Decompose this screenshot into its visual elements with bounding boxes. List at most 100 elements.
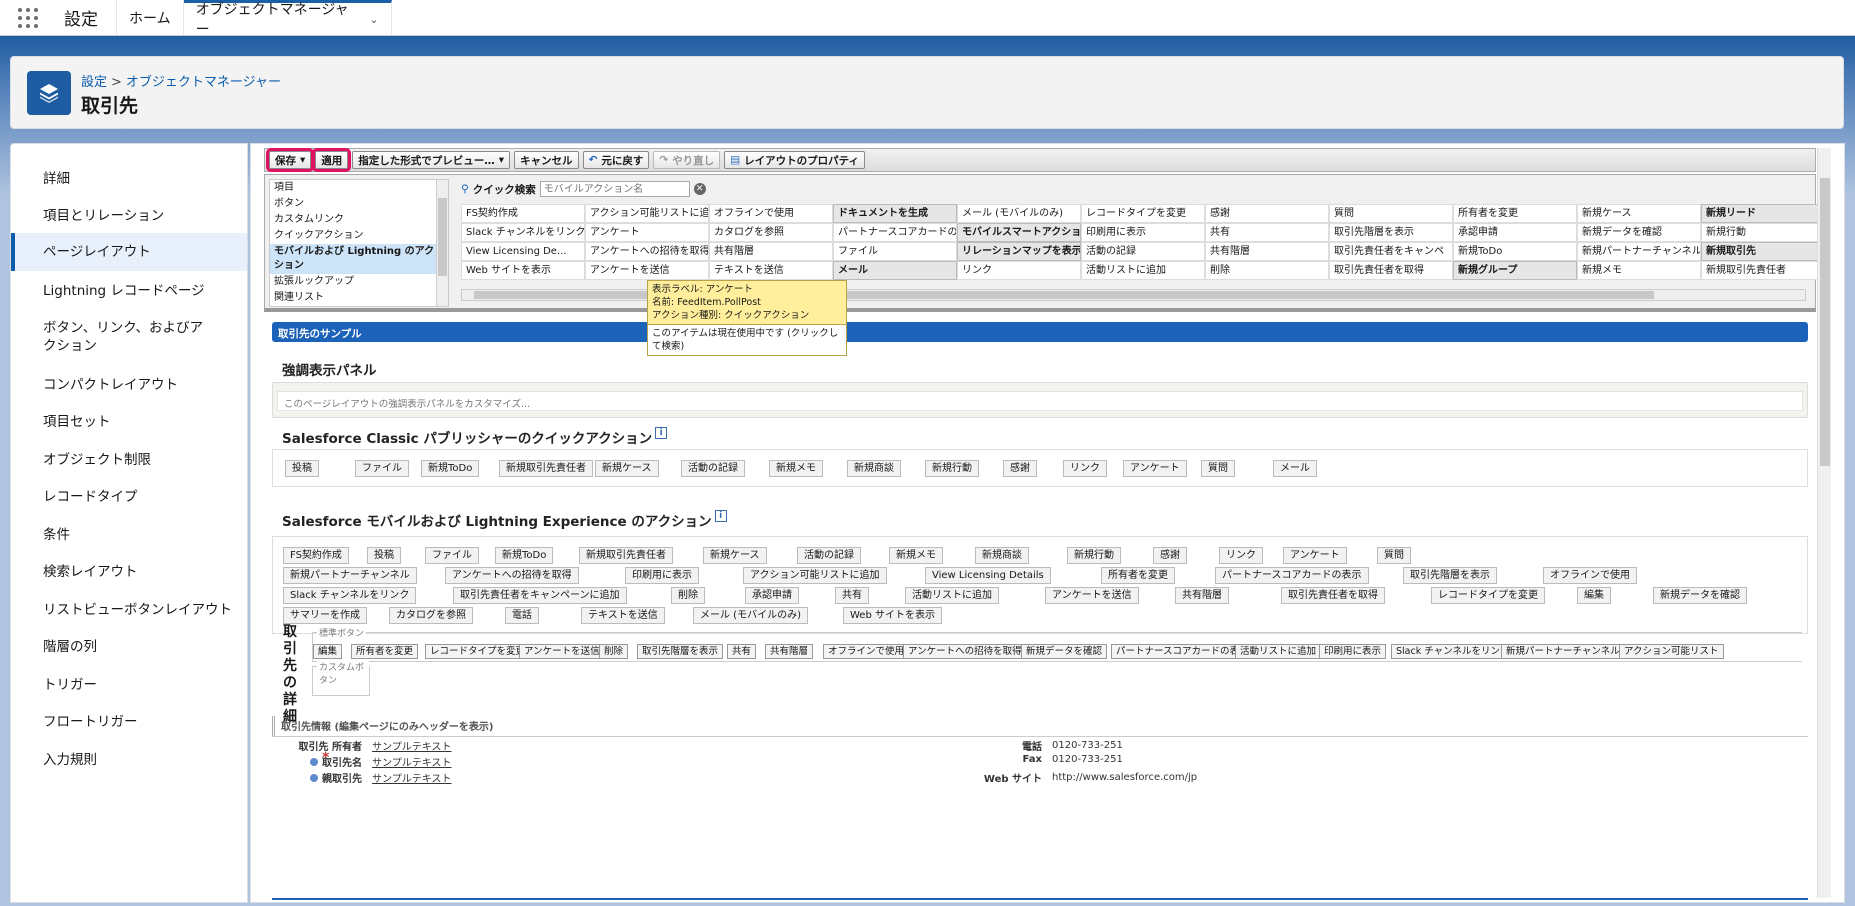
- tab-object-manager[interactable]: オブジェクトマネージャー ⌄: [183, 0, 392, 38]
- highlights-panel[interactable]: このページレイアウトの強調表示パネルをカスタマイズ...: [272, 382, 1808, 418]
- sidebar-item-criteria[interactable]: 条件: [11, 526, 247, 544]
- palette-category[interactable]: クイックアクション: [270, 228, 448, 244]
- classic-action-chip[interactable]: メール: [1273, 460, 1317, 477]
- field-row[interactable]: 取引先名 サンプルテキスト: [272, 754, 451, 769]
- standard-button[interactable]: 新規データを確認: [1021, 644, 1108, 659]
- palette-category[interactable]: 関連リスト: [270, 290, 448, 306]
- standard-button[interactable]: Slack チャンネルをリンク: [1391, 644, 1515, 659]
- standard-button[interactable]: アンケートへの招待を取得: [903, 644, 1027, 659]
- mobile-action-chip[interactable]: 質問: [1377, 547, 1411, 564]
- palette-item[interactable]: 活動の記録: [1081, 242, 1205, 261]
- sidebar-item-validation-rules[interactable]: 入力規則: [11, 751, 247, 769]
- sidebar-item-list-view-button-layout[interactable]: リストビューボタンレイアウト: [11, 601, 247, 619]
- palette-item[interactable]: 共有: [1205, 223, 1329, 242]
- sidebar-item-search-layouts[interactable]: 検索レイアウト: [11, 563, 247, 581]
- mobile-action-chip[interactable]: 取引先責任者をキャンペーンに追加: [453, 587, 627, 604]
- mobile-action-chip[interactable]: テキストを送信: [581, 607, 665, 624]
- palette-item[interactable]: ドキュメントを生成: [833, 204, 957, 223]
- mobile-action-chip[interactable]: 新規行動: [1067, 547, 1121, 564]
- palette-item[interactable]: 共有階層: [1205, 242, 1329, 261]
- standard-button[interactable]: アクション可能リスト: [1619, 644, 1724, 659]
- editor-scrollbar[interactable]: [1817, 148, 1831, 898]
- classic-action-chip[interactable]: 新規取引先責任者: [499, 460, 593, 477]
- palette-item[interactable]: 共有階層: [709, 242, 833, 261]
- mobile-action-chip[interactable]: ファイル: [425, 547, 479, 564]
- chevron-down-icon[interactable]: ⌄: [369, 13, 378, 26]
- palette-item[interactable]: 承認申請: [1453, 223, 1577, 242]
- scroll-thumb[interactable]: [1820, 178, 1830, 466]
- apply-button[interactable]: 適用: [312, 148, 352, 172]
- mobile-action-chip[interactable]: 新規ToDo: [495, 547, 554, 564]
- palette-category[interactable]: 拡張ルックアップ: [270, 274, 448, 290]
- sidebar-item-record-types[interactable]: レコードタイプ: [11, 488, 247, 506]
- save-button[interactable]: 保存 ▾: [265, 148, 315, 172]
- palette-category[interactable]: カスタムリンク: [270, 212, 448, 228]
- standard-button[interactable]: 編集: [313, 644, 343, 659]
- preview-as-button[interactable]: 指定した形式でプレビュー… ▾: [352, 151, 511, 169]
- mobile-action-chip[interactable]: FS契約作成: [283, 547, 349, 564]
- palette-item[interactable]: パートナースコアカードの表: [833, 223, 957, 242]
- sidebar-item-fields[interactable]: 項目とリレーション: [11, 207, 247, 225]
- mobile-action-chip[interactable]: 所有者を変更: [1101, 567, 1175, 584]
- field-row[interactable]: 取引先 所有者 サンプルテキスト: [272, 738, 452, 753]
- palette-item[interactable]: カタログを参照: [709, 223, 833, 242]
- standard-button[interactable]: レコードタイプを変更: [425, 644, 531, 659]
- standard-button[interactable]: 印刷用に表示: [1319, 644, 1387, 659]
- mobile-action-chip[interactable]: Slack チャンネルをリンク: [283, 587, 417, 604]
- standard-button[interactable]: アンケートを送信: [519, 644, 605, 659]
- field-row[interactable]: 電話 0120-733-251: [952, 738, 1123, 753]
- sidebar-item-triggers[interactable]: トリガー: [11, 676, 247, 694]
- palette-item[interactable]: メール (モバイルのみ): [957, 204, 1081, 223]
- palette-item[interactable]: 取引先責任者を取得: [1329, 261, 1453, 280]
- quick-search-input[interactable]: [539, 181, 690, 197]
- mobile-action-chip[interactable]: カタログを参照: [389, 607, 473, 624]
- classic-action-chip[interactable]: 新規商談: [847, 460, 901, 477]
- palette-item[interactable]: 取引先階層を表示: [1329, 223, 1453, 242]
- mobile-action-chip[interactable]: アンケート: [1283, 547, 1347, 564]
- mobile-action-chip[interactable]: 編集: [1577, 587, 1611, 604]
- dropdown-arrow-icon[interactable]: ▾: [300, 154, 305, 166]
- classic-action-chip[interactable]: 投稿: [285, 460, 319, 477]
- mobile-action-chip[interactable]: 活動リストに追加: [905, 587, 999, 604]
- classic-action-chip[interactable]: 新規行動: [925, 460, 979, 477]
- mobile-action-chip[interactable]: 新規パートナーチャンネル: [283, 567, 417, 584]
- palette-item[interactable]: アクション可能リストに追加: [585, 204, 709, 223]
- mobile-action-chip[interactable]: 新規データを確認: [1653, 587, 1747, 604]
- palette-item[interactable]: 所有者を変更: [1453, 204, 1577, 223]
- mobile-action-chip[interactable]: 投稿: [367, 547, 401, 564]
- palette-item[interactable]: 新規データを確認: [1577, 223, 1701, 242]
- palette-item[interactable]: アンケートへの招待を取得: [585, 242, 709, 261]
- palette-item[interactable]: メール: [833, 261, 957, 280]
- mobile-action-chip[interactable]: 取引先責任者を取得: [1281, 587, 1385, 604]
- mobile-action-chip[interactable]: 活動の記録: [797, 547, 861, 564]
- palette-item[interactable]: 新規ToDo: [1453, 242, 1577, 261]
- mobile-action-chip[interactable]: オフラインで使用: [1543, 567, 1637, 584]
- palette-item[interactable]: 新規行動: [1701, 223, 1825, 242]
- palette-item[interactable]: アンケート: [585, 223, 709, 242]
- classic-action-chip[interactable]: ファイル: [355, 460, 409, 477]
- standard-button[interactable]: 新規パートナーチャンネル: [1501, 644, 1625, 659]
- info-icon[interactable]: i: [714, 510, 727, 522]
- palette-item[interactable]: 活動リストに追加: [1081, 261, 1205, 280]
- mobile-action-chip[interactable]: 電話: [505, 607, 539, 624]
- classic-action-chip[interactable]: 質問: [1201, 460, 1235, 477]
- standard-button[interactable]: 共有階層: [765, 644, 814, 659]
- app-launcher-icon[interactable]: [0, 0, 56, 35]
- palette-category[interactable]: 項目: [270, 180, 448, 196]
- field-row[interactable]: Fax 0120-733-251: [952, 754, 1123, 765]
- palette-item[interactable]: リンク: [957, 261, 1081, 280]
- palette-item[interactable]: 感謝: [1205, 204, 1329, 223]
- palette-item[interactable]: オフラインで使用: [709, 204, 833, 223]
- mobile-action-chip[interactable]: 共有: [835, 587, 869, 604]
- palette-category-list[interactable]: 項目 ボタン カスタムリンク クイックアクション モバイルおよび Lightni…: [269, 179, 449, 307]
- standard-button[interactable]: パートナースコアカードの表示: [1111, 644, 1254, 659]
- breadcrumb-object-manager[interactable]: オブジェクトマネージャー: [126, 75, 281, 90]
- palette-item[interactable]: リレーションマップを表示: [957, 242, 1081, 261]
- sidebar-item-field-sets[interactable]: 項目セット: [11, 413, 247, 431]
- sidebar-item-buttons-links-actions[interactable]: ボタン、リンク、およびアクション: [11, 319, 211, 355]
- field-row[interactable]: Web サイト http://www.salesforce.com/jp: [952, 770, 1197, 785]
- classic-action-chip[interactable]: 新規ToDo: [421, 460, 480, 477]
- palette-item[interactable]: 取引先責任者をキャンペ: [1329, 242, 1453, 261]
- classic-action-chip[interactable]: 新規メモ: [769, 460, 823, 477]
- palette-item[interactable]: 新規リード: [1701, 204, 1825, 223]
